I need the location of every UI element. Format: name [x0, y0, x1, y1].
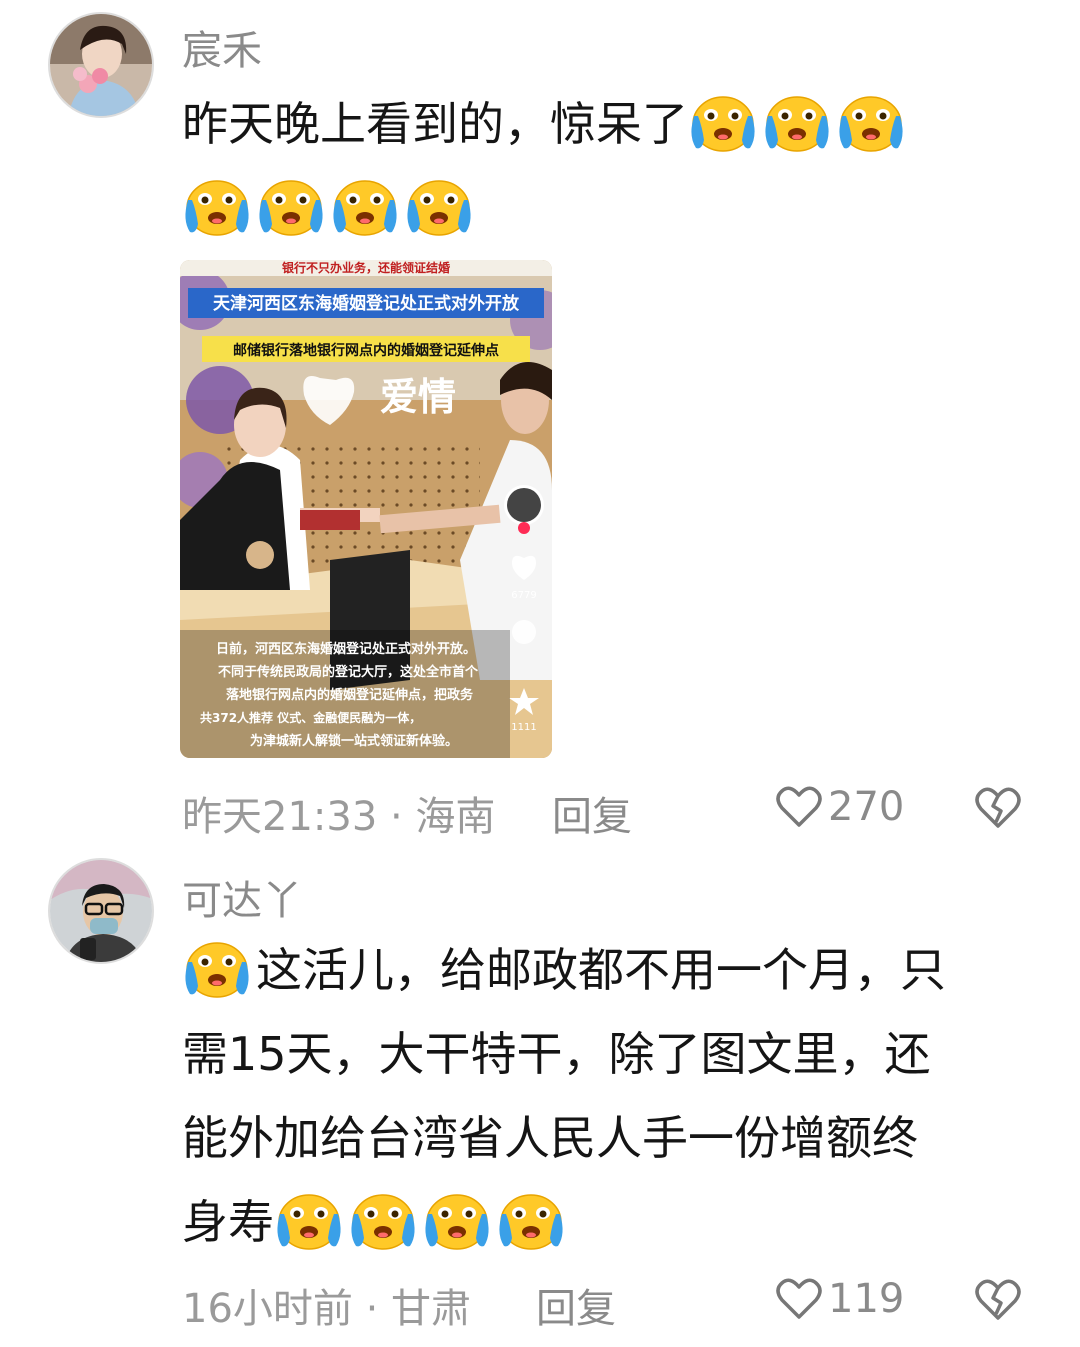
- reply-button[interactable]: 回复: [536, 1276, 616, 1334]
- comment-text-line: 需15天，大干特干，除了图文里，还: [182, 1027, 931, 1081]
- thumbnail-caption-line: 为津城新人解锁一站式领证新体验。: [250, 733, 458, 749]
- username[interactable]: 可达丫: [182, 868, 302, 926]
- thumbnail-caption-line: 落地银行网点内的婚姻登记延伸点，把政务: [226, 687, 474, 703]
- comment-2: 可达丫 这活儿，给邮政都不用一个月，只 需15天，大干特干，除了图文里，还 能外…: [0, 850, 1080, 1347]
- crying-face-icon: [688, 90, 758, 154]
- heart-icon: [776, 1278, 822, 1319]
- time-location: 16小时前 · 甘肃: [182, 1286, 472, 1332]
- crying-face-icon: [182, 936, 252, 1000]
- like-button[interactable]: 270: [776, 784, 904, 830]
- thumbnail-caption-line: 不同于传统民政局的登记大厅，这处全市首个: [218, 664, 479, 680]
- broken-heart-icon: [975, 1279, 1021, 1320]
- dislike-button[interactable]: [974, 1276, 1022, 1326]
- thumbnail-star-count: 1111: [511, 722, 536, 733]
- crying-face-icon: [836, 90, 906, 154]
- crying-face-icon: [762, 90, 832, 154]
- broken-heart-icon: [975, 787, 1021, 828]
- video-thumbnail[interactable]: 银行不只办业务，还能领证结婚 天津河西区东海婚姻登记处正式对外开放 邮储银行落地…: [180, 260, 552, 758]
- crying-face-icon: [256, 174, 326, 238]
- dislike-button[interactable]: [974, 784, 1022, 834]
- comment-text: 昨天晚上看到的，惊呆了: [182, 82, 1032, 250]
- crying-face-icon: [496, 1188, 566, 1252]
- thumbnail-top-caption: 银行不只办业务，还能领证结婚: [282, 260, 450, 275]
- time-location: 昨天21:33 · 海南: [182, 794, 496, 840]
- crying-face-icon: [422, 1188, 492, 1252]
- thumbnail-caption-line: 日前，河西区东海婚姻登记处正式对外开放。: [216, 641, 476, 657]
- thumbnail-sign: 爱情: [380, 375, 456, 419]
- username[interactable]: 宸禾: [182, 18, 262, 76]
- heart-icon: [776, 786, 822, 827]
- crying-face-icon: [330, 174, 400, 238]
- crying-face-icon: [348, 1188, 418, 1252]
- thumbnail-like-count: 6779: [511, 590, 536, 601]
- avatar[interactable]: [48, 858, 154, 964]
- crying-face-icon: [182, 174, 252, 238]
- reply-button[interactable]: 回复: [552, 784, 632, 842]
- comment-1: 宸禾 昨天晚上看到的，惊呆了 银行不只办业务，还能领证结婚 天津河西区东海婚姻登…: [0, 0, 1080, 850]
- crying-face-icon: [404, 174, 474, 238]
- crying-face-icon: [274, 1188, 344, 1252]
- comment-text-line: 这活儿，给邮政都不用一个月，只: [256, 943, 946, 997]
- thumbnail-title: 天津河西区东海婚姻登记处正式对外开放: [213, 293, 520, 314]
- like-button[interactable]: 119: [776, 1276, 904, 1322]
- comment-text-line: 能外加给台湾省人民人手一份增额终: [182, 1111, 918, 1165]
- thumbnail-caption-line: 共372人推荐 仪式、金融便民融为一体，: [200, 710, 421, 725]
- comment-text-line: 昨天晚上看到的，惊呆了: [182, 97, 688, 151]
- avatar[interactable]: [48, 12, 154, 118]
- comment-text-line: 身寿: [182, 1195, 274, 1249]
- like-count: 119: [828, 1276, 905, 1322]
- like-count: 270: [828, 784, 905, 830]
- comment-text: 这活儿，给邮政都不用一个月，只 需15天，大干特干，除了图文里，还 能外加给台湾…: [182, 928, 1032, 1264]
- thumbnail-subtitle: 邮储银行落地银行网点内的婚姻登记延伸点: [233, 342, 499, 359]
